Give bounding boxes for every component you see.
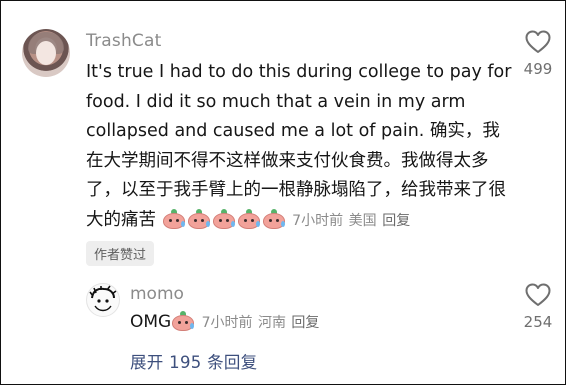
comment-time: 7小时前 [292,212,344,229]
crying-peach-emoji-icon [162,208,186,229]
reply-reply-button[interactable]: 回复 [291,315,319,331]
crying-peach-emoji-icon [171,311,195,331]
like-count: 499 [523,60,553,78]
heart-icon[interactable] [525,30,551,54]
crying-peach-emoji-icon [212,208,236,229]
comment-location: 美国 [348,212,377,229]
reply-location: 河南 [257,315,286,331]
like-count: 254 [523,313,553,331]
reply-text: OMG [130,312,172,332]
comment-text: It's true I had to do this during colleg… [86,62,512,230]
expand-replies-link[interactable]: 展开 195 条回复 [130,349,257,373]
emoji-row [162,208,287,230]
reply-body: OMG 7小时前 河南 回复 [130,311,319,332]
crying-peach-emoji-icon [262,208,286,229]
author-liked-badge: 作者赞过 [86,241,155,266]
heart-icon[interactable] [525,283,551,307]
reply-username[interactable]: momo [130,284,184,304]
avatar[interactable] [22,29,70,77]
reply-like[interactable]: 254 [508,283,566,331]
comment-username[interactable]: TrashCat [86,31,161,51]
reply-avatar[interactable] [86,283,120,317]
crying-peach-emoji-icon [187,208,211,229]
comment-body: It's true I had to do this during colleg… [86,58,514,237]
crying-peach-emoji-icon [237,208,261,229]
reply-time: 7小时前 [201,315,253,331]
comment-like[interactable]: 499 [508,30,566,78]
reply-button[interactable]: 回复 [382,213,410,229]
